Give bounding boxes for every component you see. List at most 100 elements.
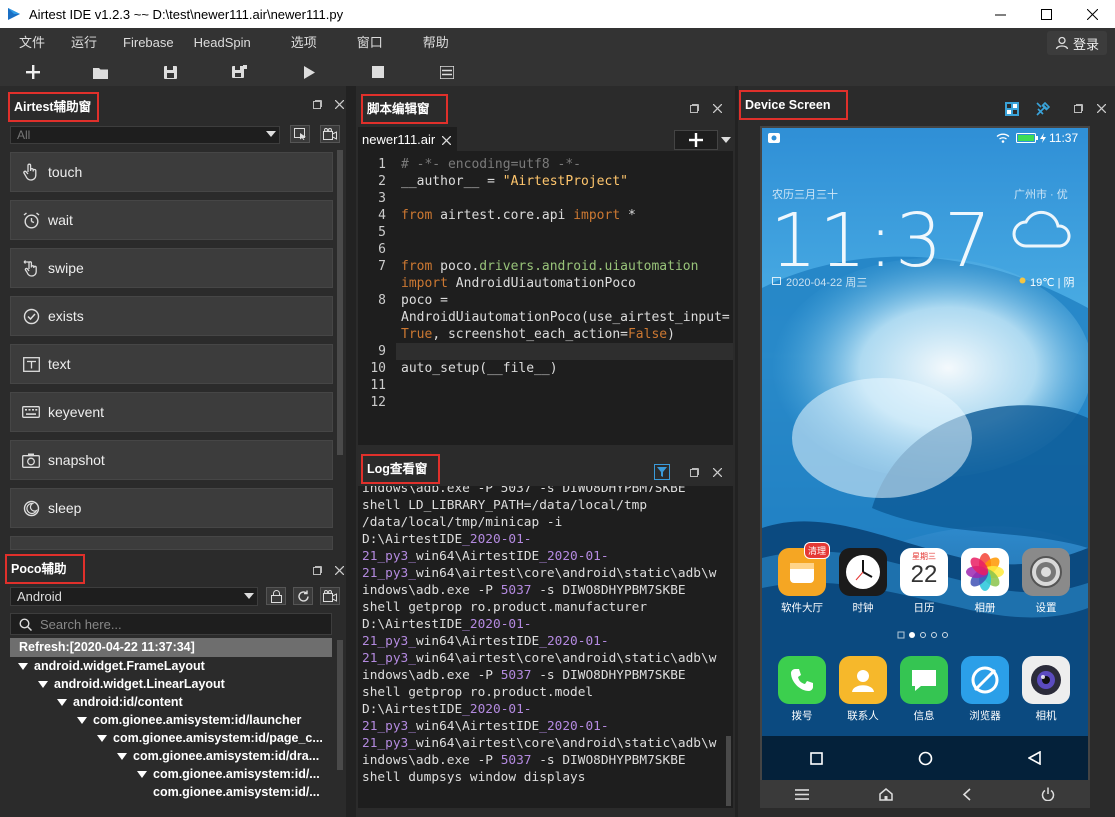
alarm-clock-icon	[22, 211, 40, 229]
api-filter-select[interactable]: All	[10, 126, 280, 144]
open-folder-icon[interactable]	[92, 63, 110, 81]
close-tab-icon[interactable]	[442, 135, 452, 145]
code-editor[interactable]: 1 # -*- encoding=utf8 -*- 2 __author__ = "…	[358, 151, 733, 445]
menu-window[interactable]: 窗口	[337, 28, 403, 58]
maximize-icon[interactable]	[1023, 0, 1069, 28]
close-panel-icon[interactable]	[334, 99, 345, 111]
api-sleep-button[interactable]: sleep	[10, 488, 333, 528]
poco-mode-select[interactable]: Android	[10, 587, 258, 606]
close-panel-icon[interactable]	[712, 467, 723, 479]
new-tab-button[interactable]	[674, 130, 718, 150]
app-clock[interactable]: 时钟	[833, 548, 893, 615]
splitter-right[interactable]	[735, 86, 738, 817]
splitter-left[interactable]	[346, 86, 356, 817]
home-circle-icon[interactable]	[918, 751, 933, 766]
api-touch-button[interactable]: touch	[10, 152, 333, 192]
close-panel-icon[interactable]	[712, 103, 723, 115]
close-panel-icon[interactable]	[334, 565, 345, 577]
app-camera[interactable]: 相机	[1016, 656, 1076, 723]
tab-newer111[interactable]: newer111.air	[358, 127, 458, 151]
tree-node[interactable]: android:id/content	[57, 695, 183, 709]
tree-node[interactable]: com.gionee.amisystem:id/launcher	[77, 713, 301, 727]
menu-headspin[interactable]: HeadSpin	[194, 28, 271, 58]
tree-node[interactable]: com.gionee.amisystem:id/...	[137, 767, 320, 781]
menu-run[interactable]: 运行	[65, 28, 117, 58]
poco-record-button[interactable]	[320, 587, 340, 605]
log-token: _2020-01-	[462, 617, 532, 632]
log-output[interactable]: indows\adb.exe -P 5037 -s DIWO8DHYPBM7SK…	[358, 486, 733, 808]
refresh-tree-button[interactable]	[293, 587, 313, 605]
log-token: win64\airtest\core\android\static\adb\w	[415, 651, 717, 666]
api-text-button[interactable]: text	[10, 344, 333, 384]
back-triangle-icon[interactable]	[1027, 751, 1041, 765]
api-wait-button[interactable]: wait	[10, 200, 333, 240]
app-calendar[interactable]: 星期三 22 日历	[894, 548, 954, 615]
app-browser[interactable]: 浏览器	[955, 656, 1015, 723]
log-line: indows\adb.exe -P 5037 -s DIWO8DHYPBM7SK…	[362, 486, 686, 496]
log-token: _2020-01-	[539, 634, 609, 649]
recent-apps-icon[interactable]	[809, 751, 823, 765]
poco-search-box[interactable]	[10, 613, 332, 635]
float-panel-icon[interactable]	[313, 566, 322, 577]
app-software-hall[interactable]: 清理 软件大厅	[772, 542, 832, 615]
log-filter-button[interactable]	[654, 464, 670, 480]
close-icon[interactable]	[1069, 0, 1115, 28]
api-next-button[interactable]	[10, 536, 333, 550]
record-video-button[interactable]	[320, 125, 340, 143]
expand-triangle-icon	[77, 716, 87, 724]
home-icon[interactable]	[878, 787, 893, 801]
new-file-icon[interactable]	[24, 63, 42, 81]
log-list-icon[interactable]	[438, 63, 456, 81]
minimize-icon[interactable]	[977, 0, 1023, 28]
float-panel-icon[interactable]	[1074, 104, 1083, 115]
device-screen[interactable]: 11:37 农历三月三十 广州市 · 优 11:37 2020-04-22 周三…	[762, 128, 1088, 780]
api-swipe-button[interactable]: swipe	[10, 248, 333, 288]
menu-icon[interactable]	[794, 788, 809, 800]
api-filter-value: All	[17, 128, 31, 142]
api-exists-button[interactable]: exists	[10, 296, 333, 336]
api-snapshot-button[interactable]: snapshot	[10, 440, 333, 480]
tree-node[interactable]: com.gionee.amisystem:id/...	[153, 785, 320, 799]
lock-button[interactable]	[266, 587, 286, 605]
tree-node[interactable]: com.gionee.amisystem:id/dra...	[117, 749, 319, 763]
expand-triangle-icon	[57, 698, 67, 706]
camera-icon	[323, 590, 337, 602]
menu-firebase[interactable]: Firebase	[117, 28, 194, 58]
tree-node[interactable]: android.widget.FrameLayout	[18, 659, 205, 673]
record-region-button[interactable]	[290, 125, 310, 143]
api-keyevent-button[interactable]: keyevent	[10, 392, 333, 432]
float-panel-icon[interactable]	[690, 104, 699, 115]
code-line: True, screenshot_each_action=False)	[401, 326, 675, 343]
airtest-scrollbar[interactable]	[337, 150, 343, 455]
power-icon[interactable]	[1041, 787, 1055, 801]
app-contacts[interactable]: 联系人	[833, 656, 893, 723]
camera-lens-icon	[1022, 656, 1070, 704]
app-settings[interactable]: 设置	[1016, 548, 1076, 615]
float-panel-icon[interactable]	[313, 100, 322, 111]
login-button[interactable]: 登录	[1046, 31, 1107, 55]
save-as-icon[interactable]	[230, 63, 248, 81]
device-tools-button[interactable]	[1035, 101, 1051, 117]
line-number: 7	[378, 259, 386, 274]
log-scrollbar[interactable]	[726, 736, 731, 806]
device-connect-button[interactable]	[1004, 101, 1020, 117]
app-gallery[interactable]: 相册	[955, 548, 1015, 615]
app-messages[interactable]: 信息	[894, 656, 954, 723]
app-dialer[interactable]: 拨号	[772, 656, 832, 723]
tree-node[interactable]: android.widget.LinearLayout	[38, 677, 225, 691]
menu-file[interactable]: 文件	[0, 28, 65, 58]
menu-help[interactable]: 帮助	[403, 28, 469, 58]
stop-icon[interactable]	[369, 63, 387, 81]
back-chevron-icon[interactable]	[962, 787, 971, 801]
swipe-hand-icon	[22, 259, 40, 277]
save-icon[interactable]	[161, 63, 179, 81]
menu-options[interactable]: 选项	[271, 28, 337, 58]
poco-scrollbar[interactable]	[337, 640, 343, 770]
poco-search-input[interactable]	[40, 616, 320, 632]
close-panel-icon[interactable]	[1096, 103, 1107, 115]
log-token: win64\AirtestIDE	[415, 634, 540, 649]
run-icon[interactable]	[300, 63, 318, 81]
tree-node[interactable]: com.gionee.amisystem:id/page_c...	[97, 731, 323, 745]
chevron-down-icon[interactable]	[721, 137, 731, 143]
float-panel-icon[interactable]	[690, 468, 699, 479]
